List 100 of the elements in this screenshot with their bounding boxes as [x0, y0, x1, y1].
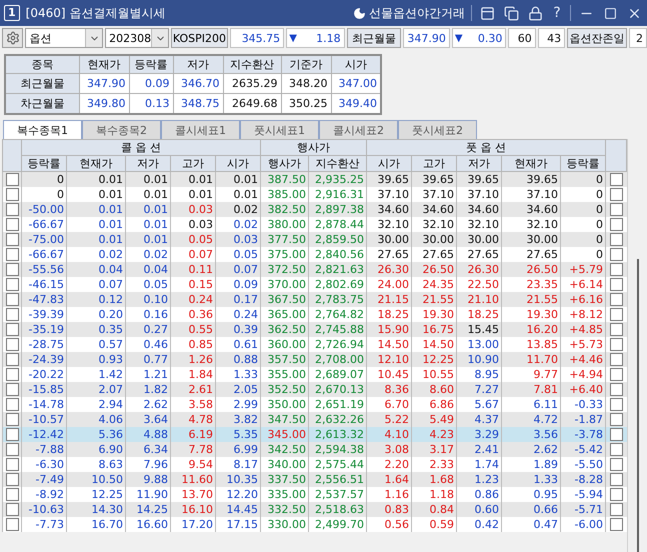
checkbox[interactable]: [6, 458, 18, 472]
checkbox[interactable]: [6, 203, 18, 216]
column-header: 저가: [456, 156, 502, 172]
checkbox[interactable]: [6, 233, 18, 246]
checkbox[interactable]: [610, 473, 623, 486]
table-row[interactable]: -66.67 0.01 0.01 0.03 0.02 380.00 2,878.44 32.10 32.10 32.10 32.10 0: [2, 217, 626, 232]
near-month-label: 최근월물: [346, 28, 402, 48]
windows-icon[interactable]: [502, 4, 520, 22]
table-row[interactable]: -20.22 1.42 1.21 1.84 1.33 355.00 2,689.07 10.45 10.55 8.95 9.77 +4.94: [2, 367, 626, 382]
checkbox[interactable]: [610, 368, 623, 382]
index-label: KOSPI200: [171, 28, 228, 48]
checkbox[interactable]: [6, 188, 18, 202]
checkbox[interactable]: [6, 338, 18, 352]
caret-icon[interactable]: [85, 29, 102, 47]
table-row[interactable]: -7.73 16.70 16.60 17.20 17.15 330.00 2,499.70 0.56 0.59 0.42 0.47 -6.00: [2, 517, 626, 532]
table-row[interactable]: -66.67 0.02 0.02 0.07 0.05 375.00 2,840.56 27.65 27.65 27.65 27.65 0: [2, 247, 626, 262]
table-row[interactable]: -12.42 5.36 4.88 6.19 5.35 345.00 2,613.32 4.10 4.23 3.29 3.56 -3.78: [2, 427, 626, 442]
table-row[interactable]: -75.00 0.01 0.01 0.05 0.03 377.50 2,859.50 30.00 30.00 30.00 30.00 0: [2, 232, 626, 247]
checkbox[interactable]: [610, 188, 623, 202]
table-row[interactable]: -24.39 0.93 0.77 1.26 0.88 357.50 2,708.00 12.10 12.25 10.90 11.70 +4.46: [2, 352, 626, 367]
tab[interactable]: 콜시세표2: [319, 120, 398, 139]
checkbox[interactable]: [610, 488, 623, 502]
checkbox[interactable]: [610, 308, 623, 322]
tab[interactable]: 복수종목2: [82, 120, 161, 139]
checkbox[interactable]: [6, 278, 18, 292]
checkbox[interactable]: [610, 518, 623, 532]
tab[interactable]: 복수종목1: [3, 120, 82, 139]
table-row[interactable]: -15.85 2.07 1.82 2.61 2.05 352.50 2,670.13 8.36 8.60 7.27 7.81 +6.40: [2, 382, 626, 397]
table-row[interactable]: -10.57 4.06 3.64 4.78 3.82 347.50 2,632.26 5.22 5.49 4.37 4.72 -1.87: [2, 412, 626, 427]
index-value: 345.75: [230, 28, 284, 48]
checkbox[interactable]: [6, 488, 18, 502]
checkbox[interactable]: [6, 428, 18, 442]
checkbox[interactable]: [610, 503, 623, 516]
checkbox[interactable]: [610, 263, 623, 276]
moon-icon[interactable]: [353, 6, 366, 20]
table-row[interactable]: -50.00 0.01 0.01 0.03 0.02 382.50 2,897.38 34.60 34.60 34.60 34.60 0: [2, 202, 626, 217]
table-row[interactable]: 0 0.01 0.01 0.01 0.01 387.50 2,935.25 39.65 39.65 39.65 39.65 0: [2, 172, 626, 187]
checkbox[interactable]: [6, 413, 18, 426]
checkbox[interactable]: [6, 248, 18, 262]
checkbox[interactable]: [610, 173, 623, 186]
checkbox[interactable]: [610, 383, 623, 396]
checkbox[interactable]: [610, 323, 623, 336]
tab[interactable]: 콜시세표1: [161, 120, 240, 139]
table-row[interactable]: -8.92 12.25 11.90 13.70 12.20 335.00 2,537.57 1.16 1.18 0.86 0.95 -5.94: [2, 487, 626, 502]
table-row[interactable]: -14.78 2.94 2.62 3.58 2.99 350.00 2,651.19 6.70 6.86 5.67 6.11 -0.33: [2, 397, 626, 412]
checkbox[interactable]: [610, 338, 623, 352]
checkbox[interactable]: [610, 428, 623, 442]
checkbox[interactable]: [6, 173, 18, 186]
checkbox[interactable]: [610, 248, 623, 262]
table-cell: 0.13: [129, 94, 173, 114]
product-select[interactable]: 옵션: [25, 28, 104, 48]
table-row[interactable]: -46.15 0.07 0.05 0.15 0.09 370.00 2,802.69 24.00 24.35 22.50 23.35 +6.14: [2, 277, 626, 292]
table-row[interactable]: -7.49 10.50 9.88 11.60 10.35 337.50 2,556.51 1.64 1.68 1.23 1.33 -8.28: [2, 472, 626, 487]
checkbox[interactable]: [6, 293, 18, 306]
checkbox[interactable]: [610, 203, 623, 216]
checkbox[interactable]: [610, 233, 623, 246]
checkbox[interactable]: [610, 458, 623, 472]
checkbox[interactable]: [6, 518, 18, 532]
checkbox[interactable]: [6, 443, 18, 456]
table-cell: 2635.29: [223, 74, 281, 94]
checkbox[interactable]: [610, 353, 623, 366]
count-value: 60: [508, 28, 536, 48]
down-arrow: ▼: [289, 32, 297, 44]
table-row[interactable]: -55.56 0.04 0.04 0.11 0.07 372.50 2,821.63 26.30 26.50 26.30 26.50 +5.79: [2, 262, 626, 277]
table-row[interactable]: -10.63 14.30 14.25 16.10 14.45 332.50 2,518.63 0.83 0.84 0.60 0.66 -5.71: [2, 502, 626, 517]
table-row[interactable]: -47.83 0.12 0.10 0.24 0.17 367.50 2,783.75 21.15 21.55 21.10 21.55 +6.16: [2, 292, 626, 307]
checkbox[interactable]: [610, 443, 623, 456]
help-button[interactable]: ?: [550, 5, 564, 21]
checkbox[interactable]: [6, 383, 18, 396]
checkbox[interactable]: [610, 398, 623, 412]
tab[interactable]: 풋시세표2: [398, 120, 477, 139]
column-header: 저가: [173, 55, 223, 74]
checkbox[interactable]: [610, 218, 623, 232]
table-row[interactable]: -7.88 6.90 6.34 7.78 6.99 342.50 2,594.38 3.08 3.17 2.41 2.62 -5.42: [2, 442, 626, 457]
checkbox[interactable]: [6, 368, 18, 382]
column-header: 시가: [216, 156, 260, 172]
column-header: 등락률: [129, 55, 173, 74]
table-row[interactable]: 0 0.01 0.01 0.01 0.01 385.00 2,916.31 37.10 37.10 37.10 37.10 0: [2, 187, 626, 202]
table-row[interactable]: -35.19 0.35 0.27 0.55 0.39 362.50 2,745.88 15.90 16.75 15.45 16.20 +4.85: [2, 322, 626, 337]
settings-icon[interactable]: [2, 28, 24, 48]
table-cell: 2,499.70: [308, 517, 366, 532]
checkbox[interactable]: [6, 218, 18, 232]
table-row[interactable]: -6.30 8.63 7.96 9.54 8.17 340.00 2,575.44 2.20 2.33 1.74 1.89 -5.50: [2, 457, 626, 472]
checkbox[interactable]: [6, 473, 18, 486]
checkbox[interactable]: [6, 503, 18, 516]
checkbox[interactable]: [6, 353, 18, 366]
checkbox[interactable]: [6, 263, 18, 276]
table-row[interactable]: -39.39 0.20 0.16 0.36 0.24 365.00 2,764.82 18.25 19.30 18.25 19.30 +8.12: [2, 307, 626, 322]
checkbox[interactable]: [610, 278, 623, 292]
checkbox[interactable]: [610, 293, 623, 306]
table-cell: 0.42: [456, 517, 502, 532]
checkbox[interactable]: [6, 323, 18, 336]
month-select[interactable]: 202308: [105, 28, 170, 48]
checkbox[interactable]: [6, 398, 18, 412]
tab[interactable]: 풋시세표1: [240, 120, 319, 139]
caret-icon[interactable]: [151, 29, 168, 47]
checkbox[interactable]: [6, 308, 18, 322]
checkbox[interactable]: [610, 413, 623, 426]
night-trading-link[interactable]: 선물옵션야간거래: [369, 4, 465, 22]
table-row[interactable]: -28.75 0.57 0.46 0.85 0.61 360.00 2,726.94 14.50 14.50 13.00 13.85 +5.73: [2, 337, 626, 352]
